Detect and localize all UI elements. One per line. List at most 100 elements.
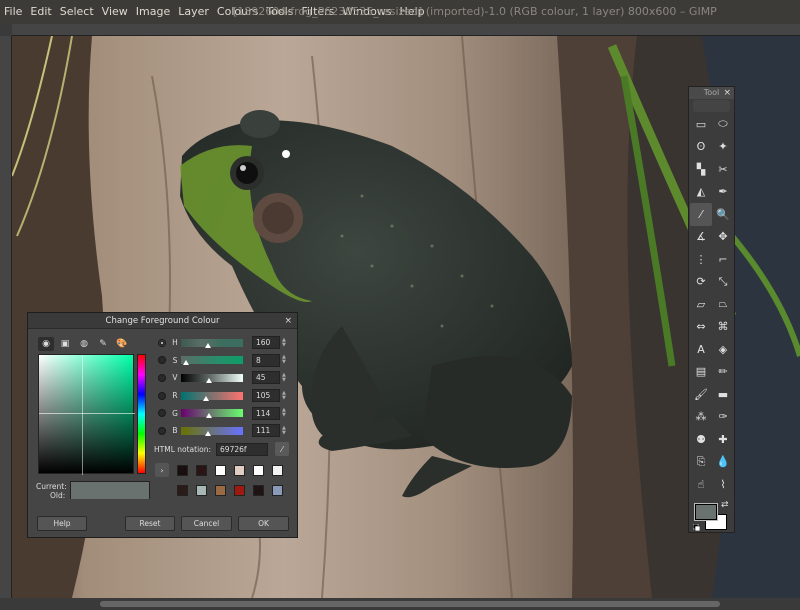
gimp-selector-tab-icon[interactable]: ◉ (38, 337, 54, 351)
scale-value-r[interactable]: 105 (252, 389, 280, 403)
clone-icon[interactable]: ⚉ (690, 428, 712, 451)
dialog-titlebar[interactable]: Change Foreground Colour × (28, 313, 297, 329)
scale-slider-g[interactable] (181, 409, 243, 419)
spin-arrows-icon[interactable]: ▲ ▼ (282, 408, 288, 418)
saturation-value-square[interactable] (38, 354, 135, 475)
paths-icon[interactable]: ✒ (712, 181, 734, 204)
hue-strip[interactable] (137, 354, 146, 474)
history-swatch[interactable] (272, 485, 283, 496)
scale-radio-r[interactable] (158, 391, 166, 400)
scale-radio-s[interactable] (158, 356, 166, 365)
perspective-icon[interactable]: ⏢ (712, 293, 734, 316)
bucket-fill-icon[interactable]: ◈ (712, 338, 734, 361)
history-swatch[interactable] (177, 465, 188, 476)
spin-arrows-icon[interactable]: ▲ ▼ (282, 425, 288, 436)
reset-button[interactable]: Reset (125, 516, 175, 531)
toolbox-close-icon[interactable]: × (723, 87, 731, 99)
blend-icon[interactable]: ▤ (690, 361, 712, 384)
rotate-icon[interactable]: ⟳ (690, 271, 712, 294)
history-swatch[interactable] (196, 465, 207, 476)
vertical-ruler[interactable] (0, 36, 12, 598)
scale-radio-b[interactable] (158, 426, 166, 435)
scale-radio-h[interactable] (158, 338, 166, 347)
crop-icon[interactable]: ⌐ (712, 248, 734, 271)
scale-slider-b[interactable] (181, 426, 243, 436)
cancel-button[interactable]: Cancel (181, 516, 232, 531)
scissors-select-icon[interactable]: ✂ (712, 158, 734, 181)
text-icon[interactable]: A (690, 338, 712, 361)
paintbrush-icon[interactable]: 🖌 (690, 383, 712, 406)
reset-colors-icon[interactable] (693, 523, 700, 531)
cmyk-selector-tab-icon[interactable]: ▣ (57, 337, 73, 351)
history-swatch[interactable] (253, 485, 264, 496)
menu-file[interactable]: File (0, 0, 26, 24)
menu-edit[interactable]: Edit (26, 0, 55, 24)
ok-button[interactable]: OK (238, 516, 289, 531)
measure-icon[interactable]: ∡ (690, 226, 712, 249)
scale-radio-g[interactable] (158, 409, 166, 418)
move-icon[interactable]: ✥ (712, 226, 734, 249)
alignment-icon[interactable]: ⋮ (690, 248, 712, 271)
horizontal-scrollbar[interactable] (100, 601, 720, 607)
foreground-color-swatch[interactable] (694, 502, 718, 521)
perspective-clone-icon[interactable]: ⎘ (690, 451, 712, 474)
dialog-close-icon[interactable]: × (284, 313, 292, 329)
scale-slider-r[interactable] (181, 391, 243, 401)
fuzzy-select-icon[interactable]: ✦ (712, 136, 734, 159)
history-swatch[interactable] (215, 485, 226, 496)
watercolor-selector-tab-icon[interactable]: ✎ (95, 337, 111, 351)
history-swatch[interactable] (272, 465, 283, 476)
flip-icon[interactable]: ⇔ (690, 316, 712, 339)
blur-sharpen-icon[interactable]: 💧 (712, 451, 734, 474)
history-swatch[interactable] (196, 485, 207, 496)
toolbox-titlebar[interactable]: Tool × (689, 87, 734, 99)
shear-icon[interactable]: ▱ (690, 293, 712, 316)
foreground-select-icon[interactable]: ◭ (690, 181, 712, 204)
history-swatch[interactable] (234, 465, 245, 476)
pencil-icon[interactable]: ✏ (712, 361, 734, 384)
scale-value-h[interactable]: 160 (252, 336, 280, 350)
scale-icon[interactable]: ⤡ (712, 271, 734, 294)
menu-layer[interactable]: Layer (174, 0, 213, 24)
history-swatch[interactable] (234, 485, 245, 496)
menu-image[interactable]: Image (132, 0, 174, 24)
scale-value-g[interactable]: 114 (252, 406, 280, 420)
scale-slider-s[interactable] (181, 356, 243, 366)
horizontal-ruler[interactable] (12, 24, 800, 36)
zoom-icon[interactable]: 🔍 (712, 203, 734, 226)
select-by-color-icon[interactable]: ▚ (690, 158, 712, 181)
scale-slider-h[interactable] (181, 338, 243, 348)
heal-icon[interactable]: ✚ (712, 428, 734, 451)
free-select-icon[interactable]: ʘ (690, 136, 712, 159)
help-button[interactable]: Help (37, 516, 87, 531)
spin-arrows-icon[interactable]: ▲ ▼ (282, 372, 288, 383)
eraser-icon[interactable]: ▬ (712, 383, 734, 406)
palette-selector-tab-icon[interactable]: 🎨 (114, 337, 130, 351)
color-picker-icon[interactable]: ⁄ (690, 203, 712, 226)
smudge-icon[interactable]: ☝ (690, 473, 712, 496)
scale-value-v[interactable]: 45 (252, 371, 280, 385)
spin-arrows-icon[interactable]: ▲ ▼ (282, 390, 288, 401)
history-swatch[interactable] (177, 485, 188, 496)
cage-transform-icon[interactable]: ⌘ (712, 316, 734, 339)
wheel-selector-tab-icon[interactable]: ◍ (76, 337, 92, 351)
scale-value-s[interactable]: 8 (252, 353, 280, 367)
color-picker-button[interactable]: ⁄ (275, 442, 290, 456)
history-swatch[interactable] (253, 465, 264, 476)
dodge-burn-icon[interactable]: ⌇ (712, 473, 734, 496)
ruler-corner[interactable] (0, 24, 12, 36)
html-notation-input[interactable]: 69726f (216, 442, 269, 456)
add-to-history-button[interactable]: › (155, 463, 169, 477)
menu-view[interactable]: View (98, 0, 132, 24)
scale-radio-v[interactable] (158, 373, 166, 382)
rect-select-icon[interactable]: ▭ (690, 113, 712, 136)
airbrush-icon[interactable]: ⁂ (690, 406, 712, 429)
ellipse-select-icon[interactable]: ⬭ (712, 113, 734, 136)
ink-icon[interactable]: ✑ (712, 406, 734, 429)
spin-arrows-icon[interactable]: ▲ ▼ (282, 337, 288, 348)
spin-arrows-icon[interactable]: ▲ ▼ (282, 355, 288, 365)
scale-value-b[interactable]: 111 (252, 424, 280, 438)
swap-colors-icon[interactable]: ⇄ (721, 500, 729, 510)
scale-slider-v[interactable] (181, 373, 243, 383)
menu-select[interactable]: Select (56, 0, 98, 24)
